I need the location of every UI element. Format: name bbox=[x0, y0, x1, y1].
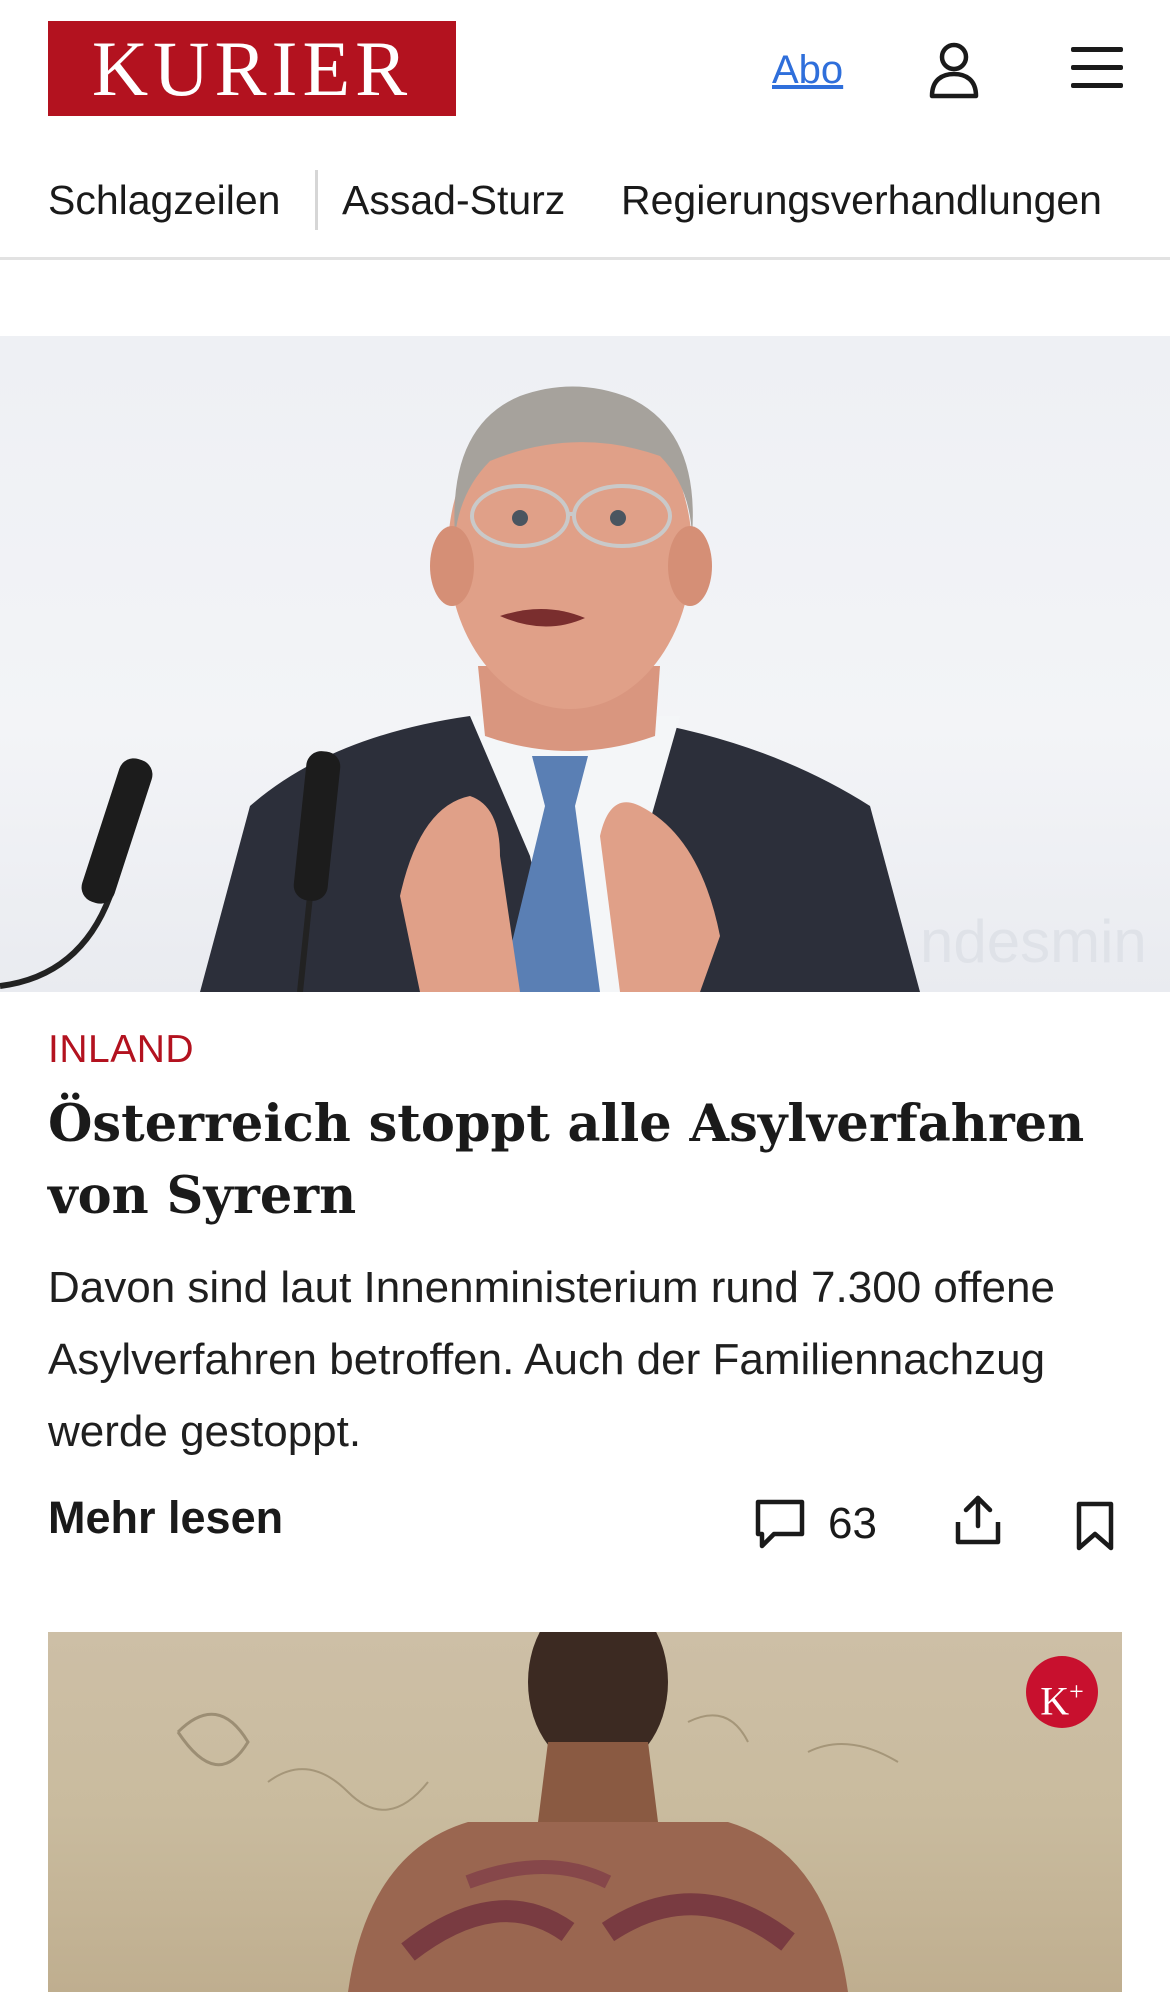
kplus-premium-badge: K+ bbox=[1026, 1656, 1098, 1728]
lead-article-image[interactable]: ndesmin bbox=[0, 336, 1170, 992]
back-photo bbox=[176, 1632, 899, 1992]
menu-icon[interactable] bbox=[1071, 45, 1123, 91]
nav-divider bbox=[315, 170, 318, 230]
kplus-letter: K bbox=[1040, 1678, 1070, 1724]
speaker-photo: ndesmin bbox=[0, 386, 1147, 992]
nav-item-regierungsverhandlungen[interactable]: Regierungsverhandlungen bbox=[621, 160, 1102, 240]
comment-count[interactable]: 63 bbox=[828, 1496, 877, 1552]
article-kicker[interactable]: INLAND bbox=[48, 1028, 194, 1072]
share-icon[interactable] bbox=[952, 1492, 1004, 1548]
site-header: KURIER Abo bbox=[0, 0, 1170, 140]
bookmark-icon[interactable] bbox=[1074, 1500, 1116, 1552]
read-more-link[interactable]: Mehr lesen bbox=[48, 1492, 283, 1544]
article-headline[interactable]: Österreich stoppt alle Asylverfahren von… bbox=[48, 1088, 1128, 1232]
comment-icon[interactable] bbox=[752, 1496, 808, 1552]
category-nav: Schlagzeilen Assad-Sturz Regierungsverha… bbox=[0, 160, 1170, 260]
nav-item-assad-sturz[interactable]: Assad-Sturz bbox=[342, 160, 565, 240]
image-watermark-text: ndesmin bbox=[920, 908, 1147, 975]
abo-link[interactable]: Abo bbox=[772, 44, 843, 96]
second-article-image[interactable] bbox=[48, 1632, 1122, 1992]
nav-item-schlagzeilen[interactable]: Schlagzeilen bbox=[48, 160, 281, 240]
kplus-plus: + bbox=[1069, 1677, 1084, 1706]
kurier-logo[interactable]: KURIER bbox=[48, 21, 456, 116]
user-icon[interactable] bbox=[928, 40, 980, 100]
article-teaser[interactable]: Davon sind laut Innenministerium rund 7.… bbox=[48, 1252, 1128, 1468]
